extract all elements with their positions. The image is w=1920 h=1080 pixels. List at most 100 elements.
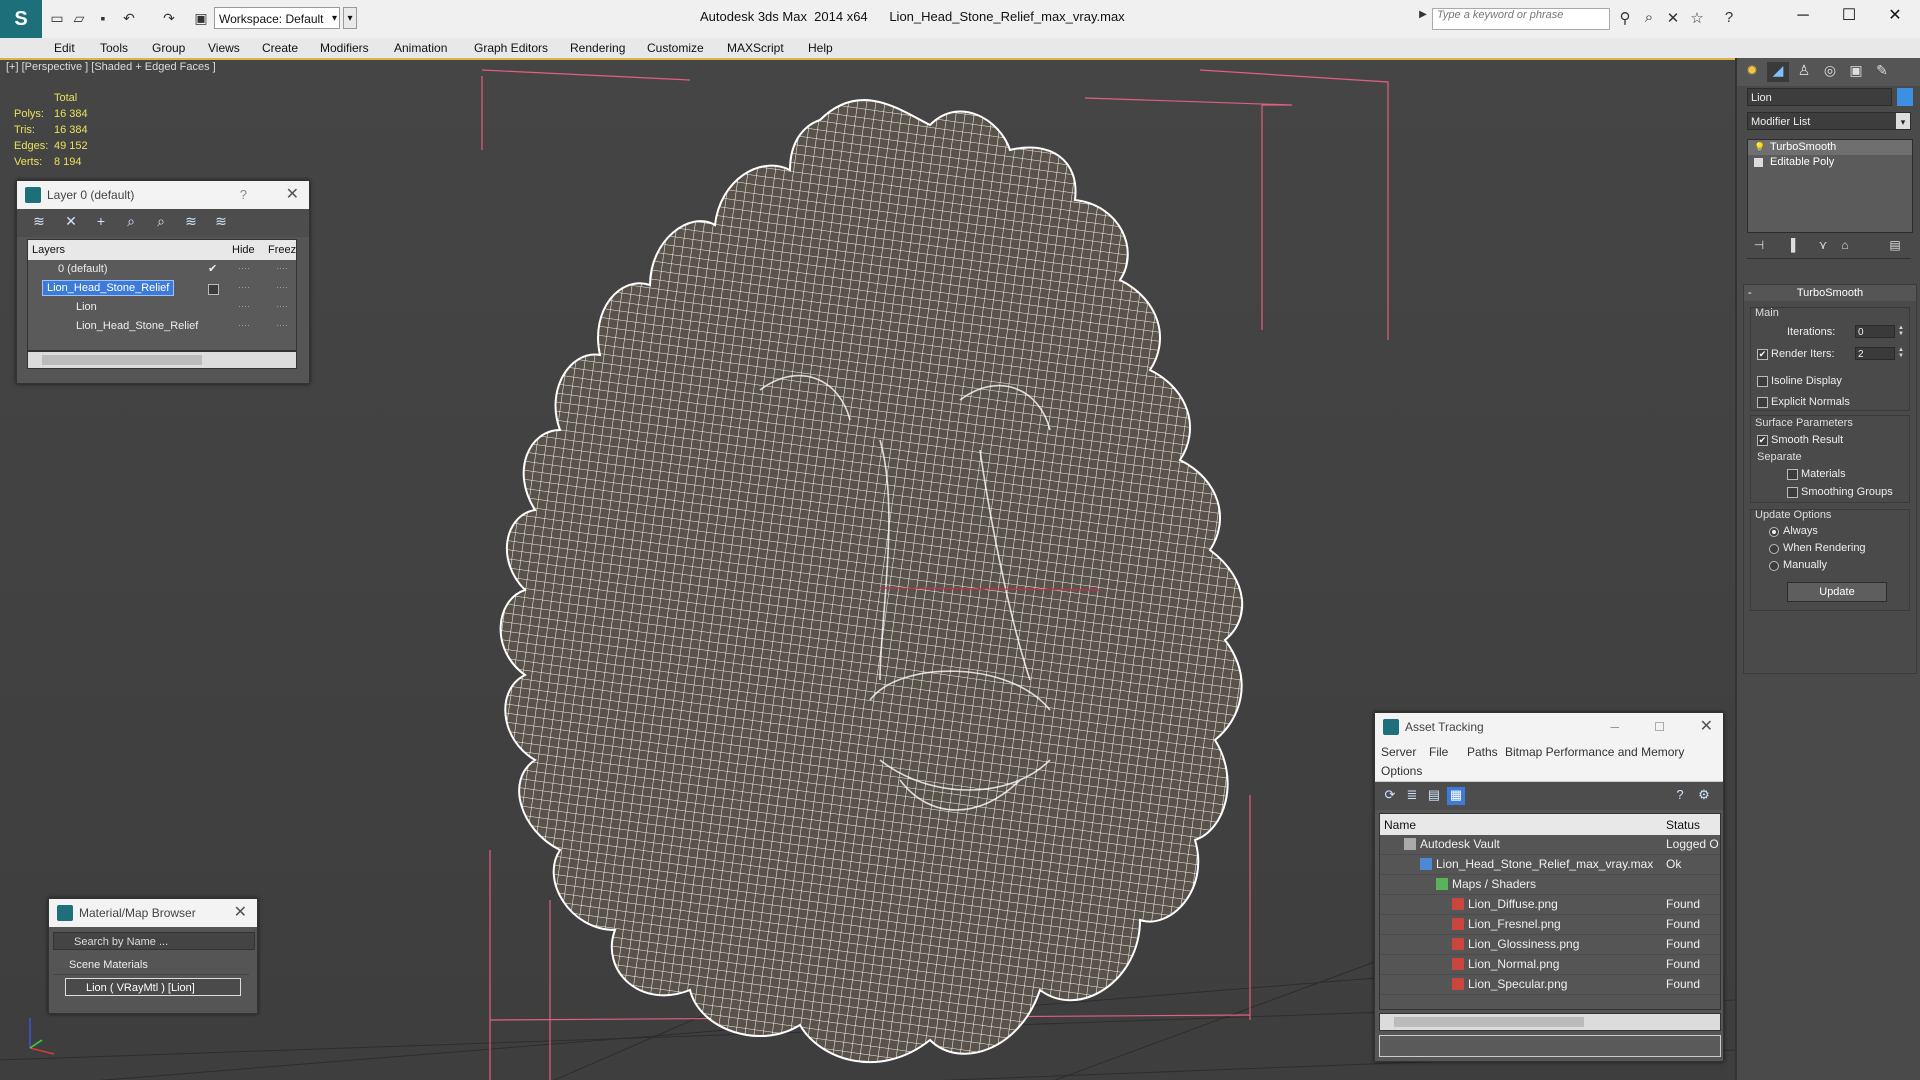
create-layer-icon[interactable]: ≋ bbox=[29, 213, 49, 233]
asset-path-field[interactable] bbox=[1379, 1035, 1721, 1057]
menu-group[interactable]: Group bbox=[152, 41, 185, 55]
render-iters-spinner[interactable]: 2 bbox=[1855, 347, 1895, 360]
menu-tools[interactable]: Tools bbox=[100, 41, 128, 55]
material-browser-titlebar[interactable]: Material/Map Browser ✕ bbox=[49, 899, 257, 927]
help-icon[interactable]: ? bbox=[1671, 787, 1689, 805]
lightbulb-icon[interactable]: 💡 bbox=[1754, 140, 1765, 152]
close-icon[interactable]: ✕ bbox=[286, 181, 299, 209]
maximize-icon[interactable]: ☐ bbox=[1654, 713, 1665, 741]
undo-icon[interactable]: ↶ bbox=[120, 9, 138, 27]
always-radio[interactable] bbox=[1769, 527, 1779, 537]
search-icon[interactable]: ⌕ bbox=[1640, 9, 1658, 27]
hide-toggle[interactable]: ···· bbox=[238, 282, 250, 292]
remove-modifier-icon[interactable]: ⌂ bbox=[1837, 238, 1853, 254]
help-icon[interactable]: ? bbox=[240, 181, 247, 209]
hide-toggle[interactable]: ···· bbox=[238, 301, 250, 311]
layer-panel-titlebar[interactable]: Layer 0 (default) ? ✕ bbox=[17, 181, 309, 209]
col-status[interactable]: Status bbox=[1666, 818, 1700, 832]
menu-graph-editors[interactable]: Graph Editors bbox=[474, 41, 548, 55]
menu-customize[interactable]: Customize bbox=[647, 41, 704, 55]
explicit-normals-checkbox[interactable] bbox=[1757, 397, 1768, 408]
layer-row-selected[interactable]: Lion_Head_Stone_Relief ···· ···· bbox=[28, 279, 296, 298]
help-icon[interactable]: ? bbox=[1720, 9, 1738, 27]
refresh-icon[interactable]: ⟳ bbox=[1381, 787, 1399, 805]
app-logo-icon[interactable]: S bbox=[0, 0, 42, 38]
layer-row[interactable]: 0 (default) ✔ ···· ···· bbox=[28, 260, 296, 279]
stack-item-editable-poly[interactable]: Editable Poly bbox=[1748, 155, 1912, 170]
pin-stack-icon[interactable]: ⊣ bbox=[1751, 238, 1767, 254]
hide-toggle[interactable]: ···· bbox=[238, 263, 250, 273]
smooth-result-checkbox[interactable]: ✔ bbox=[1757, 435, 1768, 446]
asset-row[interactable]: Lion_Head_Stone_Relief_max_vray.max Ok bbox=[1380, 855, 1720, 875]
freeze-toggle[interactable]: ···· bbox=[276, 282, 288, 292]
col-layers[interactable]: Layers bbox=[32, 244, 65, 256]
col-name[interactable]: Name bbox=[1384, 818, 1416, 832]
binoculars-icon[interactable]: ⚲ bbox=[1616, 9, 1634, 27]
iterations-spinner[interactable]: 0 bbox=[1855, 325, 1895, 338]
subscription-icon[interactable]: ✕ bbox=[1664, 9, 1682, 27]
table-view-icon[interactable]: ▦ bbox=[1447, 787, 1465, 805]
asset-tracking-titlebar[interactable]: Asset Tracking ─ ☐ ✕ bbox=[1375, 713, 1723, 741]
delete-layer-icon[interactable]: ✕ bbox=[61, 213, 81, 233]
materials-checkbox[interactable] bbox=[1787, 469, 1798, 480]
scrollbar-thumb[interactable] bbox=[42, 355, 202, 365]
tree-view-icon[interactable]: ▤ bbox=[1425, 787, 1443, 805]
configure-sets-icon[interactable]: ▤ bbox=[1887, 238, 1903, 254]
minimize-button[interactable]: ─ bbox=[1780, 2, 1826, 30]
asset-row[interactable]: Maps / Shaders bbox=[1380, 875, 1720, 895]
freeze-toggle[interactable]: ···· bbox=[276, 320, 288, 330]
workspace-dropdown-button[interactable]: ▾ bbox=[343, 7, 357, 29]
close-icon[interactable]: ✕ bbox=[234, 899, 247, 927]
select-objects-icon[interactable]: ⌕ bbox=[121, 213, 141, 233]
material-item-lion[interactable]: Lion ( VRayMtl ) [Lion] bbox=[65, 978, 241, 996]
menu-maxscript[interactable]: MAXScript bbox=[727, 41, 784, 55]
horizontal-scrollbar[interactable] bbox=[27, 351, 297, 369]
modifier-list-dropdown[interactable]: Modifier List ▾ bbox=[1747, 112, 1911, 130]
rollout-title[interactable]: - TurboSmooth bbox=[1744, 285, 1916, 301]
menu-server[interactable]: Server bbox=[1381, 745, 1416, 759]
freeze-all-icon[interactable]: ≋ bbox=[211, 213, 231, 233]
highlight-layer-icon[interactable]: ⌕ bbox=[151, 213, 171, 233]
when-rendering-radio[interactable] bbox=[1769, 544, 1779, 554]
menu-bitmap-performance[interactable]: Bitmap Performance and Memory bbox=[1505, 745, 1684, 759]
make-unique-icon[interactable]: ⋎ bbox=[1815, 238, 1831, 254]
menu-modifiers[interactable]: Modifiers bbox=[320, 41, 369, 55]
asset-row[interactable]: Lion_Diffuse.png Found bbox=[1380, 895, 1720, 915]
material-search-input[interactable]: Search by Name ... bbox=[53, 932, 255, 950]
active-check-icon[interactable]: ✔ bbox=[208, 262, 217, 275]
spinner-arrows-icon[interactable]: ▲ ▼ bbox=[1897, 347, 1905, 360]
viewport-label[interactable]: [+] [Perspective ] [Shaded + Edged Faces… bbox=[6, 61, 216, 73]
freeze-toggle[interactable]: ···· bbox=[276, 263, 288, 273]
render-iters-checkbox[interactable]: ✔ bbox=[1757, 349, 1768, 360]
menu-paths[interactable]: Paths bbox=[1467, 745, 1498, 759]
horizontal-scrollbar[interactable] bbox=[1379, 1013, 1721, 1031]
expand-arrow-icon[interactable]: ▶ bbox=[1414, 9, 1432, 27]
menu-file[interactable]: File bbox=[1429, 745, 1448, 759]
menu-create[interactable]: Create bbox=[262, 41, 298, 55]
motion-tab-icon[interactable]: ◎ bbox=[1819, 62, 1841, 82]
favorites-star-icon[interactable]: ☆ bbox=[1688, 9, 1706, 27]
asset-row[interactable]: Autodesk Vault Logged O bbox=[1380, 835, 1720, 855]
object-name-field[interactable]: Lion bbox=[1747, 88, 1892, 106]
manually-radio[interactable] bbox=[1769, 561, 1779, 571]
new-file-icon[interactable]: ▭ bbox=[48, 9, 66, 27]
spinner-arrows-icon[interactable]: ▲ ▼ bbox=[1897, 325, 1905, 338]
asset-row[interactable]: Lion_Specular.png Found bbox=[1380, 975, 1720, 995]
show-end-result-icon[interactable]: ▐ bbox=[1783, 238, 1799, 254]
close-icon[interactable]: ✕ bbox=[1700, 713, 1713, 741]
isoline-checkbox[interactable] bbox=[1757, 376, 1768, 387]
stack-item-turbosmooth[interactable]: 💡 TurboSmooth bbox=[1748, 140, 1912, 155]
asset-row[interactable]: Lion_Normal.png Found bbox=[1380, 955, 1720, 975]
minimize-icon[interactable]: ─ bbox=[1610, 713, 1619, 741]
layer-object-row[interactable]: Lion ···· ···· bbox=[28, 298, 296, 317]
menu-help[interactable]: Help bbox=[808, 41, 833, 55]
workspace-select[interactable]: Workspace: Default ▾ bbox=[214, 7, 340, 29]
list-view-icon[interactable]: ≣ bbox=[1403, 787, 1421, 805]
menu-edit[interactable]: Edit bbox=[54, 41, 75, 55]
maximize-button[interactable]: ☐ bbox=[1826, 2, 1872, 30]
hierarchy-tab-icon[interactable]: ♙ bbox=[1793, 62, 1815, 82]
display-tab-icon[interactable]: ▣ bbox=[1845, 62, 1867, 82]
layer-object-row[interactable]: Lion_Head_Stone_Relief ···· ···· bbox=[28, 317, 296, 336]
object-color-swatch[interactable] bbox=[1897, 88, 1913, 106]
create-tab-icon[interactable]: ✹ bbox=[1741, 62, 1763, 82]
